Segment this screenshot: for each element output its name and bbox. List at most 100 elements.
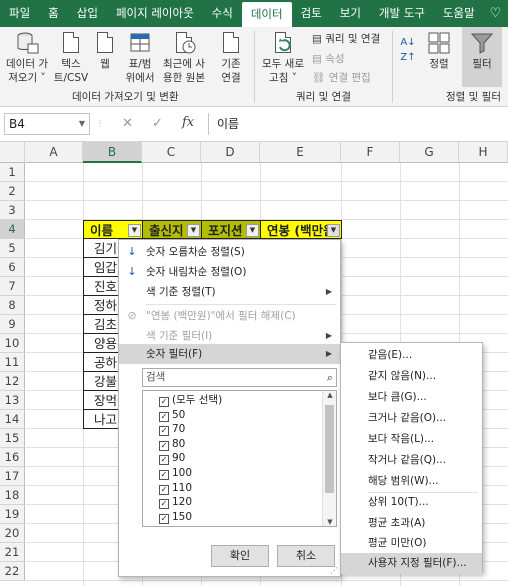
filter-dropdown-button[interactable]: ▼ <box>128 224 141 237</box>
row-header-19[interactable]: 19 <box>0 505 25 524</box>
tab-data[interactable]: 데이터 <box>241 2 292 27</box>
row-header-12[interactable]: 12 <box>0 372 25 391</box>
row-header-22[interactable]: 22 <box>0 562 25 581</box>
column-header-g[interactable]: G <box>400 142 459 163</box>
checkbox-checked-icon[interactable]: ✓ <box>159 470 169 480</box>
table-cell-name[interactable]: 임갑 <box>83 258 119 277</box>
filter-dropdown-button[interactable]: ▼ <box>327 224 340 237</box>
formula-input[interactable]: 이름 <box>208 113 508 135</box>
tab-view[interactable]: 보기 <box>331 0 370 27</box>
menu-item-sort-by-color[interactable]: 색 기준 정렬(T) ▶ <box>119 282 340 302</box>
tab-developer[interactable]: 개발 도구 <box>370 0 434 27</box>
from-table-button[interactable]: 표/범 위에서 <box>122 31 158 85</box>
header-cell-origin[interactable]: 출신지 ▼ <box>142 220 202 239</box>
row-header-18[interactable]: 18 <box>0 486 25 505</box>
column-header-b[interactable]: B <box>83 142 142 163</box>
select-all-corner[interactable] <box>0 142 25 163</box>
header-cell-name[interactable]: 이름 ▼ <box>83 220 143 239</box>
lightbulb-icon[interactable]: ♡ <box>484 0 508 27</box>
list-item[interactable]: ✓180 <box>159 524 192 526</box>
row-header-10[interactable]: 10 <box>0 334 25 353</box>
row-header-8[interactable]: 8 <box>0 296 25 315</box>
filter-button[interactable]: 필터 <box>462 27 502 87</box>
filter-dropdown-button[interactable]: ▼ <box>187 224 200 237</box>
submenu-item[interactable]: 보다 작음(L)... <box>341 429 482 450</box>
submenu-item[interactable]: 같지 않음(N)... <box>341 366 482 387</box>
get-data-button[interactable]: 데이터 가 져오기 ˅ <box>4 31 50 85</box>
scrollbar-thumb[interactable] <box>325 405 334 493</box>
row-header-9[interactable]: 9 <box>0 315 25 334</box>
row-header-11[interactable]: 11 <box>0 353 25 372</box>
list-scrollbar[interactable]: ▲ ▼ <box>322 391 336 526</box>
list-item[interactable]: ✓ 110 <box>159 481 192 496</box>
table-cell-name[interactable]: 정하 <box>83 296 119 315</box>
tab-file[interactable]: 파일 <box>0 0 39 27</box>
cancel-button[interactable]: 취소 <box>277 545 335 567</box>
queries-connections-button[interactable]: ▤ 쿼리 및 연결 <box>312 31 380 46</box>
checkbox-checked-icon[interactable]: ✓ <box>159 397 169 407</box>
table-cell-name[interactable]: 나고 <box>83 410 119 429</box>
refresh-all-button[interactable]: 모두 새로 고침 ˅ <box>258 31 308 85</box>
checkbox-checked-icon[interactable]: ✓ <box>159 455 169 466</box>
submenu-item[interactable]: 상위 10(T)... <box>341 492 482 513</box>
scroll-up-icon[interactable]: ▲ <box>323 391 336 399</box>
filter-dropdown-button[interactable]: ▼ <box>246 224 259 237</box>
table-cell-name[interactable]: 양용 <box>83 334 119 353</box>
tab-insert[interactable]: 삽입 <box>68 0 107 27</box>
table-cell-name[interactable]: 강불 <box>83 372 119 391</box>
resize-grip-icon[interactable]: ⋰ <box>330 566 338 575</box>
tab-page-layout[interactable]: 페이지 레이아웃 <box>107 0 203 27</box>
text-csv-button[interactable]: 텍스 트/CSV <box>52 31 90 85</box>
submenu-item[interactable]: 사용자 지정 필터(F)... <box>341 553 482 574</box>
recent-sources-button[interactable]: 최근에 사 용한 원본 <box>160 31 208 85</box>
checkbox-checked-icon[interactable]: ✓ <box>159 499 169 510</box>
tab-help[interactable]: 도움말 <box>434 0 484 27</box>
chevron-down-icon[interactable]: ▼ <box>79 114 85 134</box>
submenu-item[interactable]: 평균 초과(A) <box>341 513 482 534</box>
list-item[interactable]: ✓ 90 <box>159 451 185 466</box>
row-header-6[interactable]: 6 <box>0 258 25 277</box>
scroll-down-icon[interactable]: ▼ <box>323 518 336 526</box>
row-header-13[interactable]: 13 <box>0 391 25 410</box>
submenu-item[interactable]: 보다 큼(G)... <box>341 387 482 408</box>
ok-button[interactable]: 확인 <box>211 545 269 567</box>
row-header-3[interactable]: 3 <box>0 201 25 220</box>
header-cell-position[interactable]: 포지션 ▼ <box>201 220 261 239</box>
row-header-17[interactable]: 17 <box>0 467 25 486</box>
sort-az-button[interactable]: A↓ Z↑ <box>398 35 418 65</box>
row-header-16[interactable]: 16 <box>0 448 25 467</box>
tab-review[interactable]: 검토 <box>292 0 331 27</box>
column-header-h[interactable]: H <box>459 142 508 163</box>
cancel-icon[interactable]: ✕ <box>122 116 133 131</box>
fx-icon[interactable]: fx <box>182 115 194 130</box>
menu-item-clear-filter[interactable]: ⊘ "연봉 (백만원)"에서 필터 해제(C) <box>119 306 340 326</box>
search-input[interactable]: 검색 ⌕ <box>142 368 337 387</box>
row-header-4[interactable]: 4 <box>0 220 25 239</box>
checkbox-checked-icon[interactable]: ✓ <box>159 411 169 422</box>
column-header-f[interactable]: F <box>341 142 400 163</box>
menu-item-sort-descending[interactable]: ↓ 숫자 내림차순 정렬(O) <box>119 262 340 282</box>
edit-links-button[interactable]: ⛓ 연결 편집 <box>312 70 371 85</box>
existing-connections-button[interactable]: 기존 연결 <box>214 31 248 85</box>
checkbox-checked-icon[interactable]: ✓ <box>159 440 169 451</box>
checkbox-checked-icon[interactable]: ✓ <box>159 513 169 524</box>
list-item[interactable]: ✓ 80 <box>159 437 185 452</box>
submenu-item[interactable]: 평균 미만(O) <box>341 533 482 554</box>
list-item[interactable]: ✓ 120 <box>159 495 192 510</box>
column-header-c[interactable]: C <box>142 142 201 163</box>
submenu-item[interactable]: 같음(E)... <box>341 345 482 366</box>
table-cell-name[interactable]: 공하 <box>83 353 119 372</box>
menu-item-number-filters[interactable]: 숫자 필터(F) ▶ <box>119 344 340 364</box>
menu-item-sort-ascending[interactable]: ↓ 숫자 오름차순 정렬(S) <box>119 242 340 262</box>
table-cell-name[interactable]: 진호 <box>83 277 119 296</box>
tab-formulas[interactable]: 수식 <box>203 0 242 27</box>
row-header-5[interactable]: 5 <box>0 239 25 258</box>
column-header-d[interactable]: D <box>201 142 260 163</box>
properties-button[interactable]: ▤ 속성 <box>312 51 345 66</box>
column-header-a[interactable]: A <box>25 142 83 163</box>
enter-icon[interactable]: ✓ <box>152 116 163 131</box>
list-item[interactable]: ✓ 100 <box>159 466 192 481</box>
submenu-item[interactable]: 크거나 같음(O)... <box>341 408 482 429</box>
list-item[interactable]: ✓ (모두 선택) <box>159 393 222 408</box>
header-cell-salary[interactable]: 연봉 (백만원) ▼ <box>260 220 342 239</box>
